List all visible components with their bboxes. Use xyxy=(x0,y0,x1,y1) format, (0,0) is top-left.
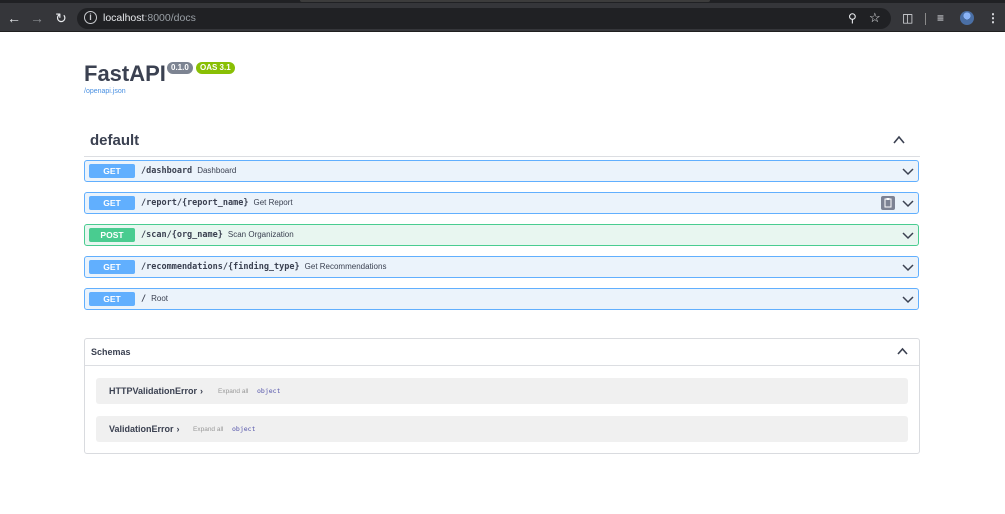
api-title: FastAPI xyxy=(84,61,166,86)
media-queue-icon[interactable]: ≡ xyxy=(937,10,944,26)
method-badge: GET xyxy=(89,292,135,306)
forward-icon[interactable]: → xyxy=(28,9,46,27)
copy-icon[interactable] xyxy=(881,196,895,210)
chevron-down-icon[interactable] xyxy=(902,229,914,241)
path-text: /dashboard xyxy=(141,166,193,176)
browser-toolbar: ← → ↻ i localhost:8000/docs ⚲ ☆ ◫ ≡ ⋮ xyxy=(0,3,1005,32)
operation-path: /scan/{org_name} Scan Organization xyxy=(141,229,294,241)
site-info-icon[interactable]: i xyxy=(84,11,97,24)
path-text: /report/{report_name} xyxy=(141,198,249,208)
toolbar-divider xyxy=(0,31,1005,32)
schemas-title[interactable]: Schemas xyxy=(91,346,131,358)
chevron-right-icon: › xyxy=(200,386,204,396)
operation-summary: Dashboard xyxy=(197,166,237,175)
chevron-down-icon[interactable] xyxy=(902,261,914,273)
reload-icon[interactable]: ↻ xyxy=(52,9,70,27)
operation-get-root[interactable]: GET / Root xyxy=(84,288,919,310)
bookmark-star-icon[interactable]: ☆ xyxy=(869,10,881,26)
operation-get-dashboard[interactable]: GET /dashboard Dashboard xyxy=(84,160,919,182)
model-name-text: HTTPValidationError xyxy=(109,386,198,396)
path-text: /recommendations/{finding_type} xyxy=(141,262,300,272)
operation-get-recommendations[interactable]: GET /recommendations/{finding_type} Get R… xyxy=(84,256,919,278)
tag-divider xyxy=(84,156,920,157)
operation-path: /report/{report_name} Get Report xyxy=(141,197,293,209)
back-icon[interactable]: ← xyxy=(5,9,23,27)
method-badge: GET xyxy=(89,260,135,274)
schemas-section: Schemas HTTPValidationError › Expand all … xyxy=(84,338,920,454)
operation-summary: Root xyxy=(151,294,169,303)
browser-menu-icon[interactable]: ⋮ xyxy=(987,10,999,26)
model-httpvalidationerror[interactable]: HTTPValidationError › Expand all object xyxy=(96,378,908,404)
openapi-json-link[interactable]: /openapi.json xyxy=(84,87,126,97)
path-text: /scan/{org_name} xyxy=(141,230,223,240)
chevron-down-icon[interactable] xyxy=(902,197,914,209)
chevron-right-icon: › xyxy=(176,424,180,434)
tag-title-default[interactable]: default xyxy=(90,131,139,151)
model-type: object xyxy=(257,387,281,395)
method-badge: POST xyxy=(89,228,135,242)
schemas-divider xyxy=(85,365,919,366)
model-name-text: ValidationError xyxy=(109,424,174,434)
chevron-up-icon[interactable] xyxy=(892,133,906,147)
chevron-down-icon[interactable] xyxy=(902,293,914,305)
address-bar[interactable]: i localhost:8000/docs ⚲ ☆ xyxy=(77,8,891,29)
address-url[interactable]: localhost:8000/docs xyxy=(103,11,196,26)
operation-path: /recommendations/{finding_type} Get Recom… xyxy=(141,261,386,273)
path-text: / xyxy=(141,294,147,304)
operation-get-report[interactable]: GET /report/{report_name} Get Report xyxy=(84,192,919,214)
operation-summary: Get Report xyxy=(253,198,293,207)
operation-post-scan[interactable]: POST /scan/{org_name} Scan Organization xyxy=(84,224,919,246)
version-badge: 0.1.0 xyxy=(167,62,193,74)
model-type: object xyxy=(232,425,256,433)
model-validationerror[interactable]: ValidationError › Expand all object xyxy=(96,416,908,442)
operation-summary: Get Recommendations xyxy=(304,262,387,271)
zoom-icon[interactable]: ⚲ xyxy=(848,11,857,26)
method-badge: GET xyxy=(89,196,135,210)
operation-summary: Scan Organization xyxy=(227,230,294,239)
chevron-up-icon[interactable] xyxy=(896,345,909,358)
profile-avatar[interactable] xyxy=(960,11,974,25)
toolbar-separator xyxy=(925,13,926,25)
operation-path: / Root xyxy=(141,293,168,305)
expand-all-link[interactable]: Expand all xyxy=(218,387,248,396)
chevron-down-icon[interactable] xyxy=(902,165,914,177)
active-tab[interactable] xyxy=(300,0,710,2)
model-name: ValidationError › xyxy=(109,423,180,435)
operation-path: /dashboard Dashboard xyxy=(141,165,236,177)
model-name: HTTPValidationError › xyxy=(109,385,203,397)
extensions-icon[interactable]: ◫ xyxy=(902,10,913,26)
oas-badge: OAS 3.1 xyxy=(196,62,235,74)
method-badge: GET xyxy=(89,164,135,178)
expand-all-link[interactable]: Expand all xyxy=(193,425,223,434)
